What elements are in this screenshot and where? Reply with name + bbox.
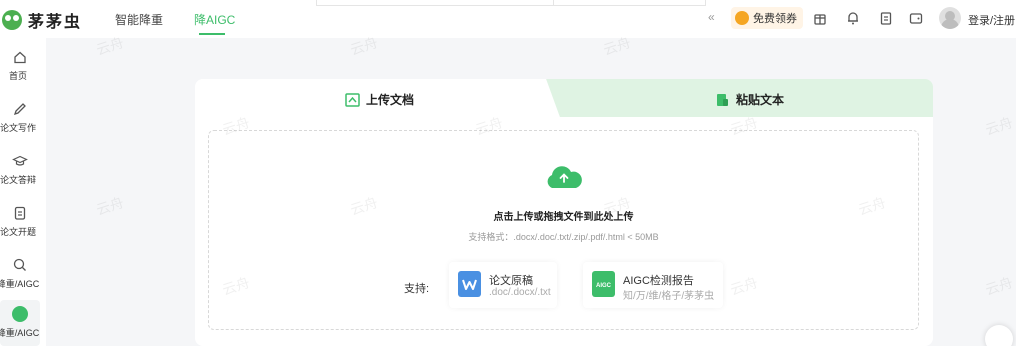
top-navbar: 茅茅虫 智能降重 降AIGC « 免费领券 登录/注册 xyxy=(0,0,1016,38)
aigc-report-icon: AIGC xyxy=(592,271,615,297)
logo[interactable]: 茅茅虫 xyxy=(2,8,82,32)
bell-icon[interactable] xyxy=(846,10,860,26)
coupon-label: 免费领券 xyxy=(753,13,797,25)
clipboard-list-icon[interactable] xyxy=(879,10,893,26)
support-item-title: AIGC检测报告 xyxy=(623,275,694,287)
wps-doc-icon xyxy=(458,271,481,297)
watermark: 云舟 xyxy=(94,194,126,218)
search-bar[interactable] xyxy=(316,0,706,6)
support-item-aigc-report: AIGC AIGC检测报告 知/万/维/格子/茅茅虫 xyxy=(583,262,723,308)
paste-text-icon xyxy=(717,93,728,106)
sidebar-item-thesis-writing[interactable]: 论文写作 xyxy=(0,94,40,140)
watermark: 云舟 xyxy=(983,274,1015,298)
dropzone-formats: 支持格式：.docx/.doc/.txt/.zip/.pdf/.html < 5… xyxy=(468,232,659,242)
file-dropzone[interactable]: 点击上传或拖拽文件到此处上传 支持格式：.docx/.doc/.txt/.zip… xyxy=(208,130,919,330)
sidebar-item-label: 论文写作 xyxy=(0,123,36,133)
sidebar-item-rewrite-aigc[interactable]: 降重/AIGC xyxy=(0,250,40,296)
graduation-cap-icon xyxy=(12,155,28,166)
upload-document-icon xyxy=(345,92,360,107)
svg-text:AIGC: AIGC xyxy=(596,283,612,289)
nav-tab-smart-rewrite[interactable]: 智能降重 xyxy=(115,11,163,28)
tab-upload-document[interactable]: 上传文档 xyxy=(195,79,565,117)
avatar[interactable] xyxy=(939,7,961,29)
sidebar-item-label: 降重/AIGC xyxy=(0,279,40,289)
sidebar-item-thesis-defense[interactable]: 论文答辩 xyxy=(0,146,40,192)
coupon-icon xyxy=(735,11,749,25)
search-icon xyxy=(13,258,26,271)
nav-tab-reduce-aigc[interactable]: 降AIGC xyxy=(194,11,235,28)
tab-upload-label: 上传文档 xyxy=(366,93,415,107)
dropzone-title: 点击上传或拖拽文件到此处上传 xyxy=(493,212,634,223)
leaf-icon xyxy=(12,306,28,322)
sidebar-item-home[interactable]: 首页 xyxy=(0,42,40,88)
cloud-upload-icon xyxy=(547,166,582,188)
watermark: 云舟 xyxy=(983,114,1015,138)
active-tab-indicator xyxy=(199,33,225,35)
wallet-icon[interactable] xyxy=(909,10,923,26)
sidebar-item-label: 降重/AIGC xyxy=(0,328,40,338)
sidebar-item-label: 论文答辩 xyxy=(0,175,36,185)
support-item-title: 论文原稿 xyxy=(489,275,533,287)
free-coupon-button[interactable]: 免费领券 xyxy=(731,7,803,29)
support-item-thesis-draft: 论文原稿 .doc/.docx/.txt xyxy=(449,262,557,308)
tab-paste-label: 粘贴文本 xyxy=(736,93,785,107)
customer-service-headset-icon[interactable] xyxy=(985,325,1013,346)
collapse-double-chevron-icon[interactable]: « xyxy=(708,10,715,24)
logo-text: 茅茅虫 xyxy=(28,14,83,31)
sidebar-item-label: 首页 xyxy=(8,71,27,81)
clipboard-icon xyxy=(14,206,26,220)
pen-icon xyxy=(13,103,26,116)
tab-paste-text[interactable]: 粘贴文本 xyxy=(565,79,933,117)
support-item-sub: 知/万/维/格子/茅茅虫 xyxy=(623,291,715,302)
sidebar-item-label: 论文开题 xyxy=(0,227,36,237)
sidebar-item-rewrite-aigc-active[interactable]: 降重/AIGC xyxy=(0,300,40,346)
sidebar-item-thesis-proposal[interactable]: 论文开题 xyxy=(0,198,40,244)
support-item-sub: .doc/.docx/.txt xyxy=(489,287,551,298)
login-register-link[interactable]: 登录/注册 xyxy=(968,12,1015,28)
gift-icon[interactable] xyxy=(813,10,827,26)
home-icon xyxy=(14,51,26,64)
bug-logo-icon xyxy=(2,10,22,30)
left-sidebar: 首页 论文写作 论文答辩 论文开题 降重/AIGC 降重/AIGC xyxy=(0,38,46,346)
support-label: 支持: xyxy=(404,283,430,295)
upload-card: 上传文档 粘贴文本 点击上传或拖拽文件到此处上传 支持格式：.docx/.doc… xyxy=(195,79,933,346)
